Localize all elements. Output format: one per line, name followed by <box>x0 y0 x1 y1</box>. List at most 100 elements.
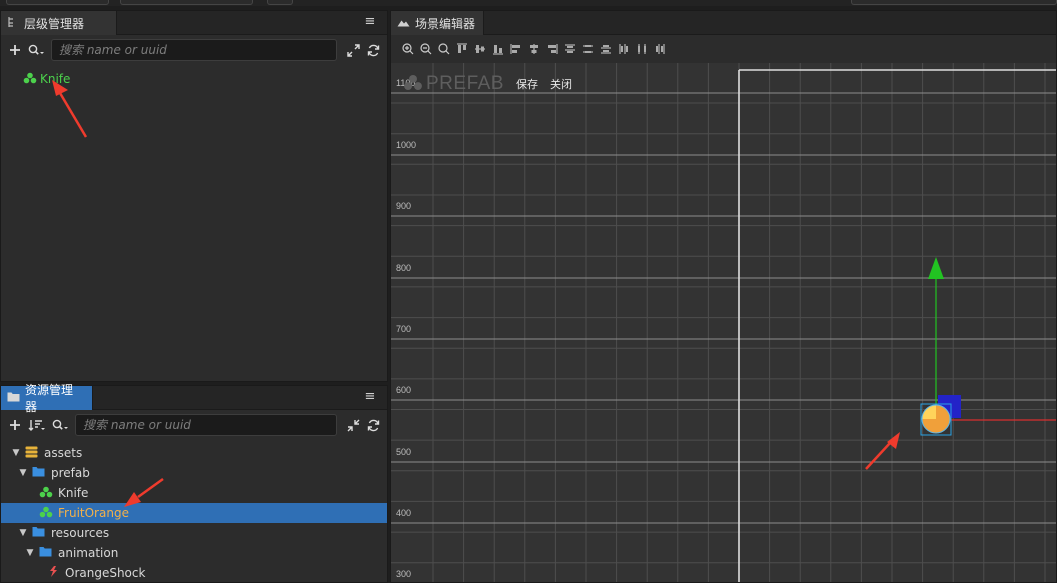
align-bottom-button[interactable] <box>491 42 505 56</box>
refresh-button[interactable] <box>363 40 383 60</box>
tree-item-prefab[interactable]: ▼ prefab <box>1 463 387 483</box>
align-right-button[interactable] <box>545 42 559 56</box>
assets-search-input[interactable] <box>75 414 337 436</box>
caret-down-icon[interactable]: ▼ <box>25 548 35 558</box>
refresh-icon <box>367 44 379 56</box>
distribute-right-button[interactable] <box>653 42 667 56</box>
y-label: 500 <box>396 447 412 457</box>
caret-down-icon[interactable]: ▼ <box>11 448 21 458</box>
tree-item-label: assets <box>44 446 83 460</box>
top-strip-tab[interactable] <box>851 0 1057 5</box>
scene-viewport[interactable]: 1100 1000 900 800 700 600 500 400 300 PR… <box>391 63 1056 582</box>
y-label: 600 <box>396 385 412 395</box>
tree-item-label: FruitOrange <box>58 506 129 520</box>
hierarchy-search-input[interactable] <box>51 39 337 61</box>
tree-item-knife[interactable]: Knife <box>1 483 387 503</box>
assets-tabbar: 资源管理器 ≡ <box>1 383 387 414</box>
search-type-button[interactable] <box>25 40 49 60</box>
distribute-vcenter-button[interactable] <box>581 42 595 56</box>
caret-down-icon[interactable]: ▼ <box>18 468 28 478</box>
zoom-reset-button[interactable] <box>437 42 451 56</box>
tab-hierarchy[interactable]: 层级管理器 <box>1 11 117 35</box>
scene-grid <box>391 63 1056 582</box>
tree-item-orangeshock[interactable]: OrangeShock <box>1 563 387 583</box>
expand-icon <box>346 43 360 57</box>
scene-toolbar <box>391 36 1056 62</box>
tree-item-animation[interactable]: ▼ animation <box>1 543 387 563</box>
search-type-button[interactable] <box>49 415 73 435</box>
tree-node-label: Knife <box>40 72 71 86</box>
align-right-icon <box>548 44 558 54</box>
tab-assets[interactable]: 资源管理器 <box>1 383 93 414</box>
tree-item-label: animation <box>58 546 119 560</box>
scene-panel: 场景编辑器 1000 900 800 700 600 500 400 300 P… <box>390 10 1057 583</box>
tree-item-fruitorange[interactable]: FruitOrange <box>1 503 387 523</box>
top-strip-tab[interactable] <box>6 0 109 5</box>
zoom-reset-icon <box>438 43 450 55</box>
gizmo-y-arrow <box>928 257 944 279</box>
distribute-bottom-icon <box>601 45 611 54</box>
create-asset-button[interactable] <box>5 415 25 435</box>
expand-all-button[interactable] <box>343 40 363 60</box>
align-hcenter-button[interactable] <box>527 42 541 56</box>
distribute-bottom-button[interactable] <box>599 42 613 56</box>
align-top-button[interactable] <box>455 42 469 56</box>
add-node-button[interactable] <box>5 40 25 60</box>
sort-icon <box>28 420 45 431</box>
close-prefab-button[interactable]: 关闭 <box>550 76 572 92</box>
distribute-hcenter-button[interactable] <box>635 42 649 56</box>
mountain-icon <box>397 16 410 30</box>
folder-icon <box>32 526 45 540</box>
assets-panel: 资源管理器 ≡ ▼ assets ▼ <box>0 383 388 583</box>
hierarchy-tabbar: 层级管理器 ≡ <box>1 11 387 35</box>
top-strip-tab[interactable] <box>267 0 293 5</box>
tree-item-label: prefab <box>51 466 90 480</box>
prefab-icon <box>403 74 423 94</box>
zoom-out-button[interactable] <box>419 42 433 56</box>
zoom-in-icon <box>402 43 414 55</box>
sort-button[interactable] <box>25 415 49 435</box>
animation-clip-icon <box>47 565 60 581</box>
prefab-icon <box>39 486 53 501</box>
distribute-hcenter-icon <box>638 44 646 54</box>
database-icon <box>25 446 38 461</box>
tab-scene[interactable]: 场景编辑器 <box>391 11 484 35</box>
caret-down-icon[interactable]: ▼ <box>18 528 28 538</box>
tree-item-assets[interactable]: ▼ assets <box>1 443 387 463</box>
align-vcenter-button[interactable] <box>473 42 487 56</box>
y-label: 1000 <box>396 140 417 150</box>
collapse-all-button[interactable] <box>343 415 363 435</box>
assets-menu-icon[interactable]: ≡ <box>363 390 377 404</box>
top-strip-tab[interactable] <box>120 0 253 5</box>
align-vcenter-icon <box>475 45 485 53</box>
assets-tree: ▼ assets ▼ prefab Knife FruitOrange ▼ re… <box>1 443 387 583</box>
save-prefab-button[interactable]: 保存 <box>516 76 538 92</box>
plus-icon <box>10 420 20 430</box>
align-left-button[interactable] <box>509 42 523 56</box>
y-label: 800 <box>396 263 412 273</box>
hierarchy-tree: Knife <box>1 69 387 89</box>
align-bottom-icon <box>493 45 503 55</box>
scene-tabbar: 场景编辑器 <box>391 11 1056 35</box>
assets-toolbar <box>1 411 387 439</box>
top-strip <box>0 0 1057 6</box>
prefab-mode-bar: PREFAB 保存 关闭 <box>403 73 572 95</box>
y-label: 700 <box>396 324 412 334</box>
tree-item-resources[interactable]: ▼ resources <box>1 523 387 543</box>
folder-icon <box>32 466 45 480</box>
hierarchy-toolbar <box>1 36 387 64</box>
distribute-left-button[interactable] <box>617 42 631 56</box>
align-top-icon <box>457 43 467 53</box>
distribute-top-button[interactable] <box>563 42 577 56</box>
tab-assets-label: 资源管理器 <box>25 383 74 414</box>
y-label: 900 <box>396 201 412 211</box>
tree-item-label: resources <box>51 526 110 540</box>
distribute-top-icon <box>565 44 575 53</box>
zoom-in-button[interactable] <box>401 42 415 56</box>
tab-scene-label: 场景编辑器 <box>415 16 476 31</box>
refresh-button[interactable] <box>363 415 383 435</box>
hierarchy-menu-icon[interactable]: ≡ <box>363 15 377 29</box>
distribute-right-icon <box>656 44 665 54</box>
tree-node-knife[interactable]: Knife <box>1 69 387 89</box>
prefab-icon <box>23 72 37 87</box>
